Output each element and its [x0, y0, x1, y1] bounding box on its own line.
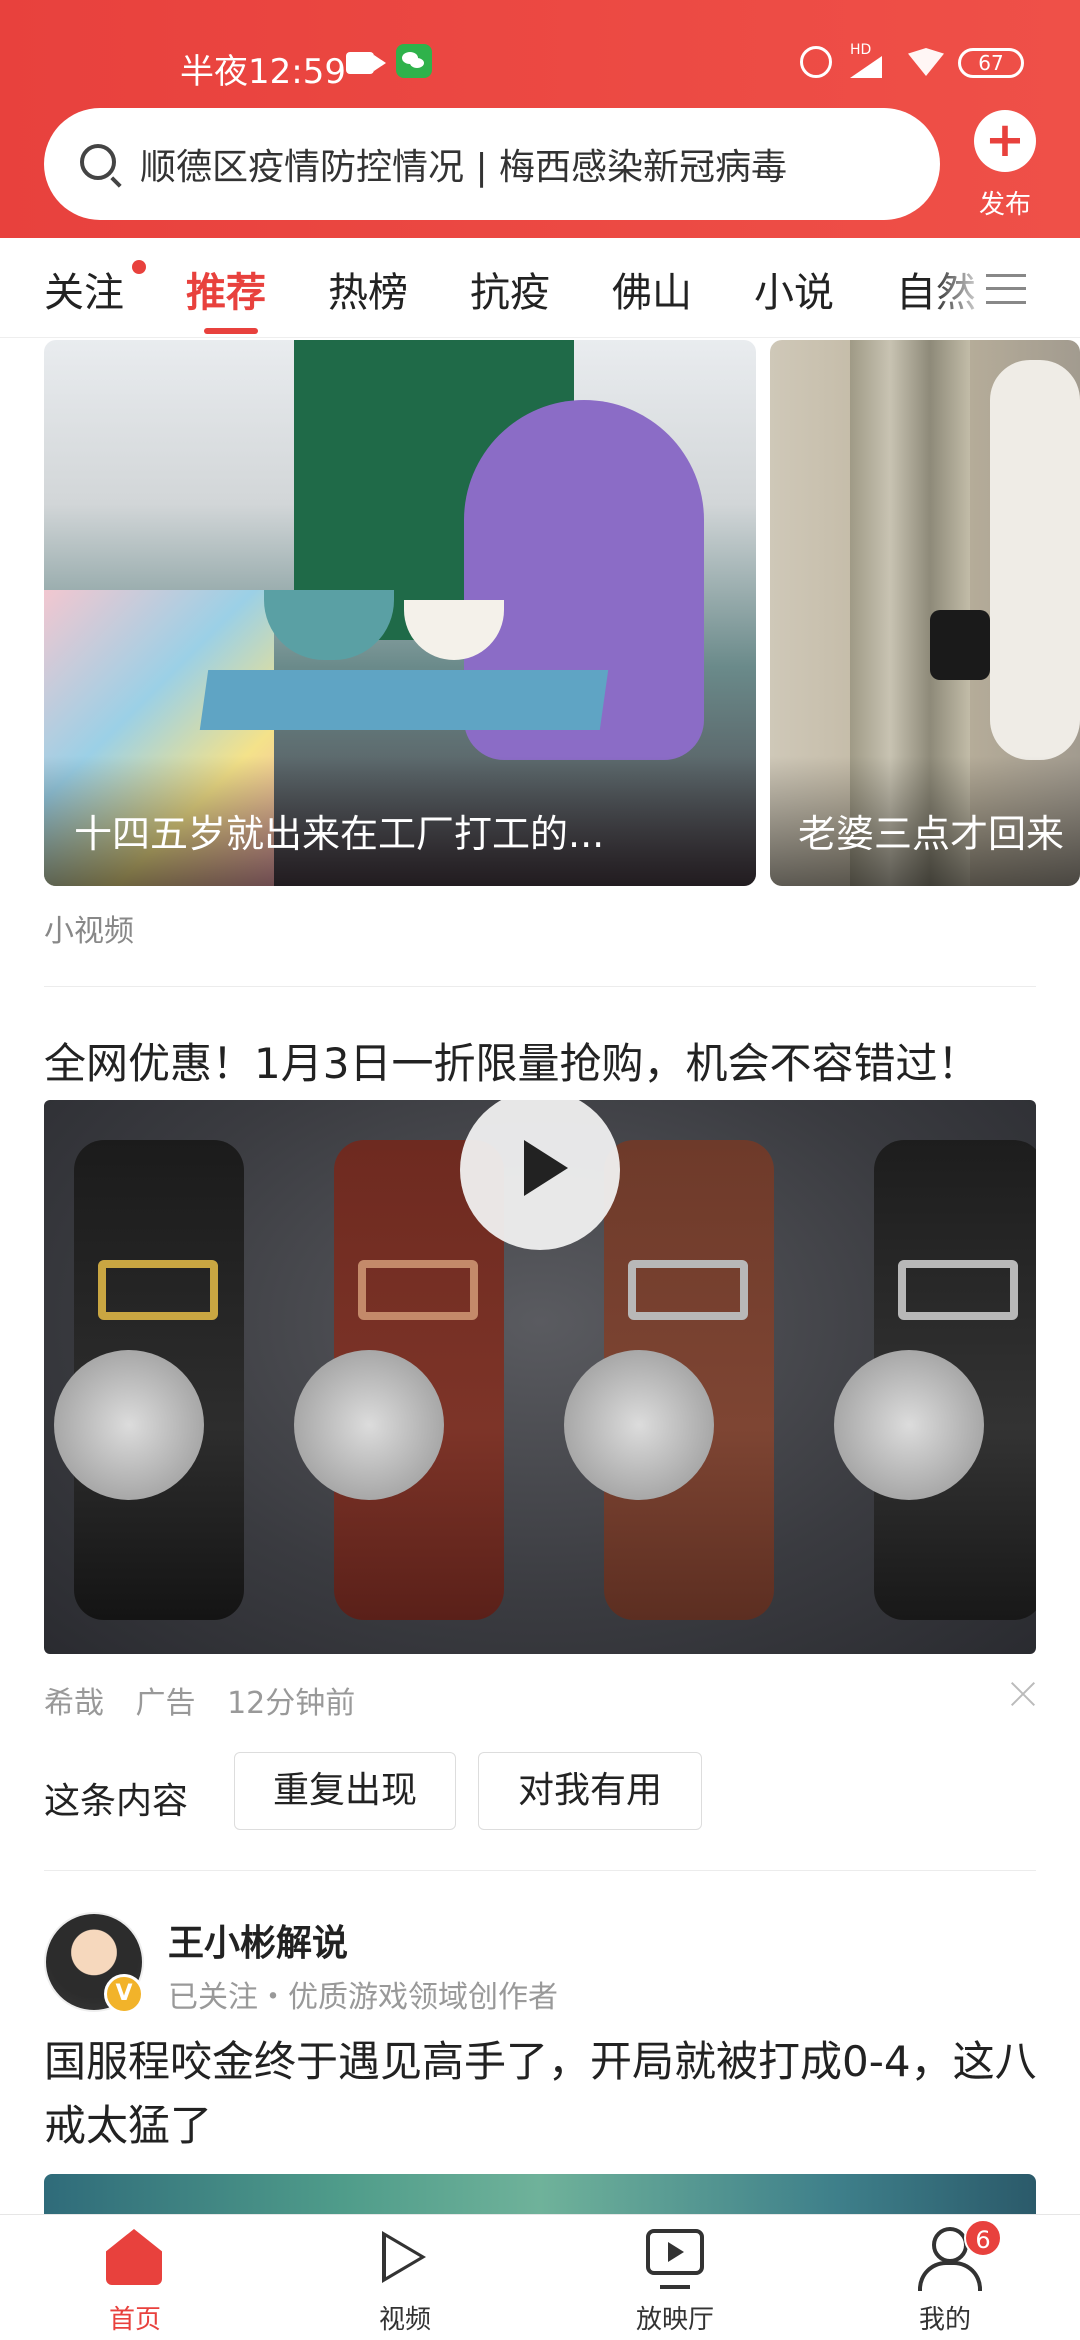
ad-time: 12分钟前: [227, 1686, 356, 1721]
watch-face: [54, 1350, 204, 1500]
tab-hot-list[interactable]: 热榜: [328, 260, 408, 318]
ad-video-thumbnail[interactable]: [44, 1100, 1036, 1654]
bottom-nav: 首页 视频 放映厅 6 我的: [0, 2214, 1080, 2340]
watch-strap: [54, 1140, 244, 1620]
nav-mine[interactable]: 6 我的: [870, 2215, 1020, 2340]
search-icon: [80, 144, 116, 180]
search-bar[interactable]: 顺德区疫情防控情况 | 梅西感染新冠病毒: [44, 108, 940, 220]
active-tab-indicator: [204, 328, 258, 334]
scene-pot: [264, 590, 394, 660]
scene-figure: [990, 360, 1080, 760]
wechat-icon: [396, 44, 432, 78]
channel-tabs: 关注 推荐 热榜 抗疫 佛山 小说 自然: [0, 238, 1080, 338]
nav-label: 视频: [378, 2305, 431, 2335]
unread-dot: [132, 260, 146, 274]
small-video-card[interactable]: 老婆三点才回来: [770, 340, 1080, 886]
nav-label: 我的: [918, 2305, 971, 2335]
nav-video[interactable]: 视频: [330, 2215, 480, 2340]
watch-buckle: [98, 1260, 218, 1320]
status-time: 半夜12:59: [180, 52, 346, 92]
small-video-section-label: 小视频: [44, 914, 134, 949]
theater-icon: [646, 2229, 704, 2289]
signal-icon: [850, 56, 882, 78]
small-video-title: 老婆三点才回来: [798, 812, 1065, 856]
feedback-label: 这条内容: [44, 1781, 189, 1822]
channel-menu-icon[interactable]: [986, 274, 1026, 304]
tab-follow[interactable]: 关注: [44, 260, 124, 318]
wifi-icon: [908, 48, 944, 76]
notification-badge: 6: [964, 2219, 1002, 2257]
publish-button[interactable]: + 发布: [970, 110, 1040, 220]
watch-face: [294, 1350, 444, 1500]
close-icon[interactable]: [1008, 1678, 1038, 1708]
play-icon[interactable]: [460, 1100, 620, 1250]
nav-label: 放映厅: [635, 2305, 714, 2335]
author-description: 已关注・优质游戏领域创作者: [168, 1980, 558, 2015]
publish-label: 发布: [978, 190, 1031, 220]
home-icon: [106, 2229, 162, 2285]
nav-label: 首页: [108, 2305, 161, 2335]
card-caption: 十四五岁就出来在工厂打工的...: [44, 756, 756, 886]
tab-foshan[interactable]: 佛山: [612, 260, 692, 318]
play-outline-icon: [382, 2231, 426, 2283]
feedback-useful-button[interactable]: 对我有用: [478, 1752, 702, 1830]
battery-level: 67: [978, 51, 1004, 75]
watch-strap: [564, 1140, 774, 1620]
feedback-repeated-button[interactable]: 重复出现: [234, 1752, 456, 1830]
ad-source[interactable]: 希哉: [44, 1686, 104, 1721]
ad-meta: 希哉 广告 12分钟前: [44, 1678, 377, 1722]
ad-title[interactable]: 全网优惠！1月3日一折限量抢购，机会不容错过！: [44, 1030, 979, 1091]
divider: [44, 1870, 1036, 1871]
watch-buckle: [628, 1260, 748, 1320]
watch-strap: [834, 1140, 1036, 1620]
plus-icon: +: [974, 110, 1036, 172]
top-header: 半夜12:59 HD 67 顺德区疫情防控情况 | 梅西感染新冠病毒 + 发布: [0, 0, 1080, 238]
alarm-icon: [800, 46, 832, 78]
search-hint-text: 顺德区疫情防控情况 | 梅西感染新冠病毒: [140, 147, 788, 188]
watch-face: [834, 1350, 984, 1500]
tab-anti-epidemic[interactable]: 抗疫: [470, 260, 550, 318]
scene-table: [199, 670, 609, 730]
tab-novel[interactable]: 小说: [754, 260, 834, 318]
tab-recommend[interactable]: 推荐: [186, 260, 266, 318]
video-record-icon: [346, 52, 386, 74]
card-caption: 老婆三点才回来: [770, 756, 1080, 886]
nav-home[interactable]: 首页: [60, 2215, 210, 2340]
watch-buckle: [898, 1260, 1018, 1320]
ad-tag: 广告: [135, 1686, 196, 1721]
post-title[interactable]: 国服程咬金终于遇见高手了，开局就被打成0-4，这八戒太猛了: [44, 2030, 1044, 2158]
scene-handbag: [930, 610, 990, 680]
small-video-card[interactable]: 十四五岁就出来在工厂打工的...: [44, 340, 756, 886]
watch-face: [564, 1350, 714, 1500]
status-bar: 半夜12:59 HD 67: [0, 30, 1080, 94]
battery-icon: 67: [958, 48, 1024, 78]
verified-badge-icon: V: [104, 1974, 144, 2014]
watch-buckle: [358, 1260, 478, 1320]
nav-theater[interactable]: 放映厅: [600, 2215, 750, 2340]
divider: [44, 986, 1036, 987]
small-video-title: 十四五岁就出来在工厂打工的...: [74, 812, 605, 856]
author-name[interactable]: 王小彬解说: [168, 1914, 348, 1966]
